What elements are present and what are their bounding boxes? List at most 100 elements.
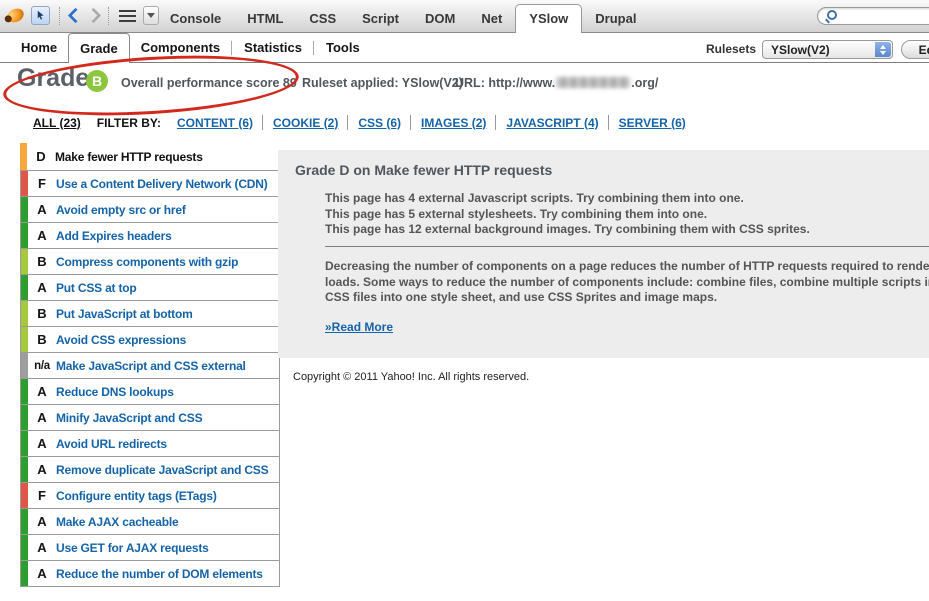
grade-color-bar xyxy=(21,223,28,248)
rule-label[interactable]: Configure entity tags (ETags) xyxy=(56,489,217,503)
dropdown-stepper-icon xyxy=(875,42,891,57)
rule-label[interactable]: Reduce DNS lookups xyxy=(56,385,174,399)
filter-all-link[interactable]: ALL (23) xyxy=(33,116,81,130)
forward-icon[interactable] xyxy=(86,8,102,24)
overall-score-text: Overall performance score 89 xyxy=(121,76,297,90)
grade-color-bar xyxy=(20,143,27,170)
rule-grade-letter: A xyxy=(28,228,56,243)
grade-color-bar xyxy=(21,249,28,274)
firebug-tab-html[interactable]: HTML xyxy=(234,6,296,32)
rule-grade-letter: A xyxy=(28,566,56,581)
rule-description: Decreasing the number of components on a… xyxy=(325,259,929,306)
finding-line: This page has 4 external Javascript scri… xyxy=(325,191,810,207)
filter-link-images[interactable]: IMAGES (2) xyxy=(421,116,486,130)
rule-label[interactable]: Remove duplicate JavaScript and CSS xyxy=(56,463,268,477)
firebug-tab-console[interactable]: Console xyxy=(157,6,234,32)
rule-row[interactable]: FUse a Content Delivery Network (CDN) xyxy=(20,170,280,197)
rule-grade-letter: A xyxy=(28,514,56,529)
rule-grade-letter: A xyxy=(28,462,56,477)
rule-row[interactable]: BPut JavaScript at bottom xyxy=(20,300,280,327)
rule-label[interactable]: Avoid CSS expressions xyxy=(56,333,186,347)
nav-item-grade[interactable]: Grade xyxy=(68,33,130,63)
firebug-tab-css[interactable]: CSS xyxy=(296,6,349,32)
rule-row[interactable]: ARemove duplicate JavaScript and CSS xyxy=(20,456,280,483)
rule-row[interactable]: AMake AJAX cacheable xyxy=(20,508,280,535)
rule-row[interactable]: BAvoid CSS expressions xyxy=(20,326,280,353)
grade-color-bar xyxy=(21,171,28,196)
panel-list-icon[interactable] xyxy=(119,10,136,22)
firebug-tab-dom[interactable]: DOM xyxy=(412,6,468,32)
url-suffix: .org/ xyxy=(631,76,658,90)
rulesets-label: Rulesets xyxy=(706,42,756,56)
cursor-arrow-icon xyxy=(35,10,46,21)
toolbar-separator xyxy=(108,7,110,25)
filter-separator xyxy=(410,115,412,130)
rule-row[interactable]: AUse GET for AJAX requests xyxy=(20,534,280,561)
filter-separator xyxy=(347,115,349,130)
panel-dropdown-icon[interactable] xyxy=(143,6,159,25)
firebug-tab-yslow[interactable]: YSlow xyxy=(515,4,582,33)
back-icon[interactable] xyxy=(68,8,84,24)
rule-label[interactable]: Avoid empty src or href xyxy=(56,203,186,217)
grade-color-bar xyxy=(21,483,28,508)
search-box[interactable] xyxy=(817,7,929,25)
grade-color-bar xyxy=(21,561,28,586)
rule-row[interactable]: FConfigure entity tags (ETags) xyxy=(20,482,280,509)
grade-color-bar xyxy=(21,353,28,378)
filter-by-label: FILTER BY: xyxy=(97,116,161,130)
chevron-down-icon xyxy=(147,13,155,18)
rule-row[interactable]: AAvoid URL redirects xyxy=(20,430,280,457)
rule-label[interactable]: Reduce the number of DOM elements xyxy=(56,567,263,581)
nav-item-tools[interactable]: Tools xyxy=(315,33,371,62)
rule-label[interactable]: Add Expires headers xyxy=(56,229,172,243)
rule-grade-letter: A xyxy=(28,436,56,451)
ruleset-dropdown-value: YSlow(V2) xyxy=(771,43,830,57)
rule-row[interactable]: AAvoid empty src or href xyxy=(20,196,280,223)
filter-link-cookie[interactable]: COOKIE (2) xyxy=(273,116,338,130)
rule-row[interactable]: APut CSS at top xyxy=(20,274,280,301)
filter-link-content[interactable]: CONTENT (6) xyxy=(177,116,253,130)
filter-link-javascript[interactable]: JAVASCRIPT (4) xyxy=(506,116,598,130)
search-input[interactable] xyxy=(837,8,929,24)
filter-separator xyxy=(262,115,264,130)
rule-label[interactable]: Make fewer HTTP requests xyxy=(55,150,203,164)
rule-label[interactable]: Use GET for AJAX requests xyxy=(56,541,209,555)
inspect-element-icon[interactable] xyxy=(31,6,50,25)
rule-label[interactable]: Avoid URL redirects xyxy=(56,437,167,451)
filter-row: ALL (23) FILTER BY: CONTENT (6) COOKIE (2… xyxy=(33,115,686,130)
nav-item-statistics[interactable]: Statistics xyxy=(233,33,313,62)
read-more-link[interactable]: »Read More xyxy=(325,320,393,334)
firebug-tab-script[interactable]: Script xyxy=(349,6,412,32)
edit-ruleset-button[interactable]: Edit xyxy=(901,40,929,59)
ruleset-dropdown[interactable]: YSlow(V2) xyxy=(762,40,893,59)
rule-label[interactable]: Compress components with gzip xyxy=(56,255,238,269)
filter-link-server[interactable]: SERVER (6) xyxy=(619,116,686,130)
rule-row[interactable]: DMake fewer HTTP requests xyxy=(20,143,280,170)
rule-grade-letter: B xyxy=(28,254,56,269)
toolbar-separator xyxy=(59,7,61,25)
nav-item-home[interactable]: Home xyxy=(10,33,68,62)
rule-label[interactable]: Minify JavaScript and CSS xyxy=(56,411,202,425)
rule-row[interactable]: AReduce the number of DOM elements xyxy=(20,560,280,587)
grade-color-bar xyxy=(21,457,28,482)
firebug-menu-icon[interactable] xyxy=(5,6,26,25)
nav-item-components[interactable]: Components xyxy=(130,33,231,62)
rule-label[interactable]: Put CSS at top xyxy=(56,281,137,295)
chevron-up-icon xyxy=(880,45,886,49)
rule-grade-letter: B xyxy=(28,332,56,347)
firebug-tab-drupal[interactable]: Drupal xyxy=(582,6,649,32)
rule-label[interactable]: Put JavaScript at bottom xyxy=(56,307,193,321)
grade-color-bar xyxy=(21,535,28,560)
firebug-tab-net[interactable]: Net xyxy=(468,6,515,32)
rule-row[interactable]: AReduce DNS lookups xyxy=(20,378,280,405)
rule-row[interactable]: BCompress components with gzip xyxy=(20,248,280,275)
rule-detail-pane: Grade D on Make fewer HTTP requests This… xyxy=(278,150,929,358)
rule-label[interactable]: Make JavaScript and CSS external xyxy=(56,359,246,373)
rule-label[interactable]: Make AJAX cacheable xyxy=(56,515,179,529)
detail-title: Grade D on Make fewer HTTP requests xyxy=(295,162,552,178)
rule-label[interactable]: Use a Content Delivery Network (CDN) xyxy=(56,177,268,191)
rule-row[interactable]: AAdd Expires headers xyxy=(20,222,280,249)
rule-row[interactable]: AMinify JavaScript and CSS xyxy=(20,404,280,431)
filter-link-css[interactable]: CSS (6) xyxy=(358,116,401,130)
rule-row[interactable]: n/aMake JavaScript and CSS external xyxy=(20,352,280,379)
